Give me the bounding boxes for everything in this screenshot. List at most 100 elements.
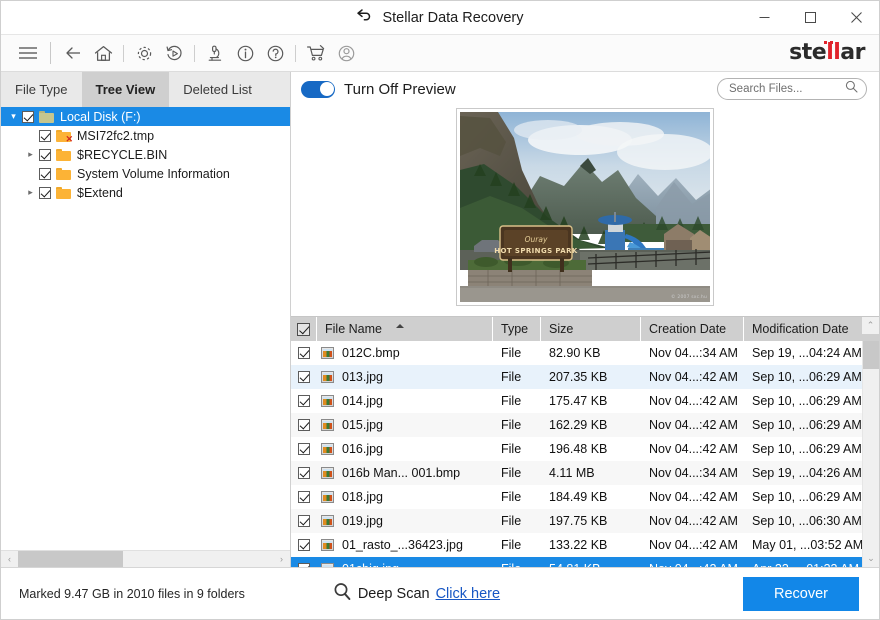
image-file-icon: [320, 515, 334, 527]
tree-checkbox[interactable]: [22, 110, 34, 123]
scroll-down-arrow-icon[interactable]: ⌄: [863, 550, 879, 567]
table-row[interactable]: 013.jpg File 207.35 KB Nov 04...:42 AM S…: [291, 365, 862, 389]
row-checkbox[interactable]: [298, 371, 310, 383]
column-header-creation-date[interactable]: Creation Date: [641, 317, 744, 341]
column-header-file-name[interactable]: File Name: [317, 317, 493, 341]
table-row[interactable]: 012C.bmp File 82.90 KB Nov 04...:34 AM S…: [291, 341, 862, 365]
row-checkbox[interactable]: [298, 419, 310, 431]
scroll-up-arrow-icon[interactable]: ⌃: [862, 317, 879, 334]
chevron-down-icon[interactable]: ▾: [5, 111, 22, 122]
deep-scan-label: Deep Scan: [357, 585, 430, 602]
file-table-vertical-scrollbar[interactable]: ⌄: [862, 341, 879, 567]
cell-size: 82.90 KB: [549, 346, 601, 360]
chevron-right-icon[interactable]: ▸: [22, 187, 39, 198]
logo-text-part1: ste: [789, 40, 827, 65]
gear-settings-icon[interactable]: [129, 38, 159, 68]
column-label-file-name: File Name: [325, 322, 382, 336]
hscroll-track[interactable]: [18, 551, 273, 567]
row-checkbox[interactable]: [298, 515, 310, 527]
cell-creation-date: Nov 04...:42 AM: [649, 418, 738, 432]
cell-creation-date: Nov 04...:42 AM: [649, 394, 738, 408]
tree-checkbox[interactable]: [39, 167, 51, 180]
tab-deleted-list[interactable]: Deleted List: [169, 72, 266, 107]
tree-item-recycle-bin[interactable]: ▸ $RECYCLE.BIN: [1, 145, 290, 164]
table-row[interactable]: 016.jpg File 196.48 KB Nov 04...:42 AM S…: [291, 437, 862, 461]
column-header-modification-date[interactable]: Modification Date: [744, 317, 862, 341]
tree-checkbox[interactable]: [39, 129, 51, 142]
table-row[interactable]: 018.jpg File 184.49 KB Nov 04...:42 AM S…: [291, 485, 862, 509]
row-checkbox-cell[interactable]: [291, 419, 317, 431]
row-checkbox[interactable]: [298, 347, 310, 359]
cell-modification-date: Sep 19, ...04:24 AM: [752, 346, 862, 360]
minimize-button[interactable]: [741, 1, 787, 34]
search-icon[interactable]: [845, 80, 858, 98]
chevron-right-icon[interactable]: ▸: [22, 149, 39, 160]
column-header-type[interactable]: Type: [493, 317, 541, 341]
cell-file-name: 016.jpg: [342, 442, 384, 456]
row-checkbox-cell[interactable]: [291, 491, 317, 503]
scroll-left-arrow-icon[interactable]: ‹: [1, 551, 18, 567]
row-checkbox-cell[interactable]: [291, 371, 317, 383]
row-checkbox-cell[interactable]: [291, 467, 317, 479]
search-input[interactable]: [729, 83, 845, 95]
info-icon[interactable]: [230, 38, 260, 68]
select-all-header[interactable]: [291, 317, 317, 341]
row-checkbox-cell[interactable]: [291, 539, 317, 551]
tree-item-extend[interactable]: ▸ $Extend: [1, 183, 290, 202]
magnifier-icon: [333, 582, 352, 605]
row-checkbox[interactable]: [298, 443, 310, 455]
cell-file-name: 015.jpg: [342, 418, 384, 432]
tab-file-type[interactable]: File Type: [1, 72, 82, 107]
table-row[interactable]: 016b Man... 001.bmp File 4.11 MB Nov 04.…: [291, 461, 862, 485]
row-checkbox[interactable]: [298, 395, 310, 407]
search-files-box[interactable]: [717, 78, 867, 100]
preview-toggle[interactable]: [301, 80, 335, 98]
app-window: Stellar Data Recovery stellar File Type …: [0, 0, 880, 620]
help-question-icon[interactable]: [260, 38, 290, 68]
back-arrow-icon[interactable]: [58, 38, 88, 68]
tree-checkbox[interactable]: [39, 148, 51, 161]
select-all-checkbox[interactable]: [297, 322, 310, 336]
tab-tree-view[interactable]: Tree View: [81, 72, 170, 107]
row-checkbox-cell[interactable]: [291, 347, 317, 359]
cell-modification-date: Sep 10, ...06:29 AM: [752, 418, 862, 432]
user-account-icon[interactable]: [331, 38, 361, 68]
shopping-cart-icon[interactable]: [301, 38, 331, 68]
hamburger-menu-icon[interactable]: [13, 38, 43, 68]
deep-scan-click-here-link[interactable]: Click here: [436, 586, 500, 602]
microscope-icon[interactable]: [200, 38, 230, 68]
maximize-button[interactable]: [787, 1, 833, 34]
cell-creation-date: Nov 04...:34 AM: [649, 346, 738, 360]
row-checkbox[interactable]: [298, 539, 310, 551]
tree-checkbox[interactable]: [39, 186, 51, 199]
row-checkbox-cell[interactable]: [291, 443, 317, 455]
table-row[interactable]: 015.jpg File 162.29 KB Nov 04...:42 AM S…: [291, 413, 862, 437]
stellar-logo: stellar: [789, 40, 865, 65]
row-checkbox[interactable]: [298, 491, 310, 503]
row-checkbox-cell[interactable]: [291, 515, 317, 527]
table-row[interactable]: 019.jpg File 197.75 KB Nov 04...:42 AM S…: [291, 509, 862, 533]
tree-item-msi-tmp[interactable]: ✕ MSI72fc2.tmp: [1, 126, 290, 145]
table-row-selected[interactable]: 01cbig.jpg File 54.81 KB Nov 04...:42 AM…: [291, 557, 862, 567]
tree-horizontal-scrollbar[interactable]: ‹ ›: [1, 550, 290, 567]
table-row[interactable]: 01_rasto_...36423.jpg File 133.22 KB Nov…: [291, 533, 862, 557]
row-checkbox[interactable]: [298, 563, 310, 567]
home-icon[interactable]: [88, 38, 118, 68]
image-file-icon: [320, 443, 334, 455]
scroll-right-arrow-icon[interactable]: ›: [273, 551, 290, 567]
tree-item-system-volume-information[interactable]: System Volume Information: [1, 164, 290, 183]
row-checkbox-cell[interactable]: [291, 395, 317, 407]
vscroll-track[interactable]: [863, 341, 879, 550]
column-header-size[interactable]: Size: [541, 317, 641, 341]
close-button[interactable]: [833, 1, 879, 34]
recover-button[interactable]: Recover: [743, 576, 859, 611]
row-checkbox[interactable]: [298, 467, 310, 479]
cell-size: 196.48 KB: [549, 442, 608, 456]
vscroll-thumb[interactable]: [863, 341, 879, 369]
tree-item-local-disk[interactable]: ▾ Local Disk (F:): [1, 107, 290, 126]
image-file-icon: [320, 371, 334, 383]
table-row[interactable]: 014.jpg File 175.47 KB Nov 04...:42 AM S…: [291, 389, 862, 413]
hscroll-thumb[interactable]: [18, 551, 123, 567]
history-clock-icon[interactable]: [159, 38, 189, 68]
window-controls: [741, 1, 879, 34]
